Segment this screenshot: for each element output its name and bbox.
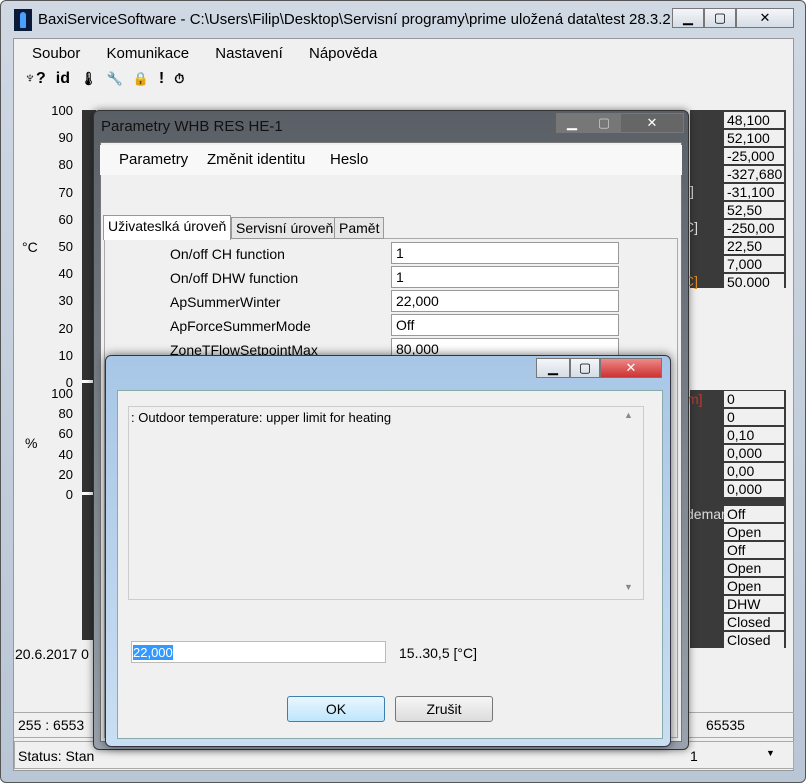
partial-label: ] <box>690 183 694 199</box>
value-cell: Closed <box>724 632 784 648</box>
value-cell: 7,000 <box>724 256 784 272</box>
param-label: ApSummerWinter <box>170 294 281 310</box>
status-text: Status: Stan <box>18 748 95 764</box>
tab-service-level[interactable]: Servisní úroveň <box>231 217 339 239</box>
tab-user-level[interactable]: Uživateslká úroveň <box>103 215 232 240</box>
thermometer-icon[interactable]: 🌡 <box>80 71 97 87</box>
dialog-maximize-button[interactable]: ▢ <box>570 358 600 378</box>
value-cell: 0,10 <box>724 427 784 443</box>
description-textbox[interactable] <box>128 406 644 600</box>
percent-tick-label: 20 <box>58 466 73 482</box>
lock-icon[interactable]: 🔒 <box>133 71 149 87</box>
parameters-window-title: Parametry WHB RES HE-1 <box>101 118 283 135</box>
bottom-right-value: 65535 <box>706 717 745 733</box>
value-range: 15..30,5 [°C] <box>399 645 477 661</box>
temp-tick-label: 100 <box>51 103 73 118</box>
dialog-close-button[interactable]: ✕ <box>600 358 662 378</box>
percent-tick-label: 100 <box>51 386 73 401</box>
temp-tick-label: 50 <box>58 239 73 254</box>
date-text: 20.6.2017 0 <box>15 646 89 662</box>
ok-button[interactable]: OK <box>287 696 385 722</box>
dropdown-arrow-icon[interactable]: ▼ <box>766 748 775 758</box>
temp-tick-label: 90 <box>58 130 73 146</box>
main-menubar: Soubor Komunikace Nastavení Nápověda <box>32 45 399 62</box>
dialog-minimize-button[interactable]: ▁ <box>536 358 570 378</box>
param-label: On/off DHW function <box>170 270 299 286</box>
value-cell: 48,100 <box>724 112 784 128</box>
minimize-button[interactable]: ▁ <box>672 8 704 28</box>
wrench-icon[interactable]: 🔧 <box>107 71 123 87</box>
value-cell: -25,000 <box>724 148 784 164</box>
param-menu-heslo[interactable]: Heslo <box>330 151 368 168</box>
bottom-left-value: 255 : 6553 <box>18 717 85 733</box>
temp-tick-label: 80 <box>58 157 73 173</box>
param-value-input[interactable]: 22,000 <box>391 290 619 312</box>
value-cell: -250,00 <box>724 220 784 236</box>
menu-soubor[interactable]: Soubor <box>32 45 80 62</box>
value-cell: Closed <box>724 614 784 630</box>
percent-tick-label: 40 <box>58 446 73 462</box>
percent-tick-label: 80 <box>58 406 73 422</box>
value-cell: Off <box>724 506 784 522</box>
menu-nastaveni[interactable]: Nastavení <box>215 45 283 62</box>
value-cell: 52,50 <box>724 202 784 218</box>
temp-tick-label: 60 <box>58 211 73 227</box>
percent-unit: % <box>25 435 38 451</box>
exclamation-icon[interactable]: ! <box>159 70 164 88</box>
close-button[interactable]: ✕ <box>736 8 794 28</box>
temp-tick-label: 70 <box>58 184 73 200</box>
stopwatch-icon[interactable]: ⏱ <box>174 71 184 87</box>
menu-komunikace[interactable]: Komunikace <box>107 45 190 62</box>
partial-label: demar <box>686 506 724 522</box>
cancel-button[interactable]: Zrušit <box>395 696 493 722</box>
param-maximize-button[interactable]: ▢ <box>588 113 620 133</box>
tab-memory[interactable]: Pamět <box>334 217 385 239</box>
app-logo-icon <box>14 9 32 31</box>
window-title: BaxiServiceSoftware - C:\Users\Filip\Des… <box>38 11 684 28</box>
param-label: On/off CH function <box>170 246 285 262</box>
wrench-question-icon[interactable]: ♆? <box>24 70 46 88</box>
description-text: : Outdoor temperature: upper limit for h… <box>131 410 392 425</box>
scroll-down-icon[interactable]: ▼ <box>624 582 633 592</box>
param-minimize-button[interactable]: ▁ <box>556 113 588 133</box>
maximize-button[interactable]: ▢ <box>704 8 736 28</box>
param-label: ApForceSummerMode <box>170 318 311 334</box>
value-cell: Open <box>724 524 784 540</box>
param-value-input[interactable]: 1 <box>391 266 619 288</box>
value-cell: Open <box>724 578 784 594</box>
value-cell: 0,000 <box>724 445 784 461</box>
partial-label: m] <box>687 391 703 407</box>
status-tail: 1 <box>690 748 698 764</box>
id-icon[interactable]: id <box>56 70 70 88</box>
param-value-input[interactable]: 1 <box>391 242 619 264</box>
value-cell: Open <box>724 560 784 576</box>
param-menu-zmenit-identitu[interactable]: Změnit identitu <box>207 151 305 168</box>
value-cell: 52,100 <box>724 130 784 146</box>
temp-unit: °C <box>22 239 38 255</box>
value-cell: 50.000 <box>724 274 784 290</box>
temp-tick-label: 30 <box>58 293 73 309</box>
param-value-input[interactable]: Off <box>391 314 619 336</box>
value-cell: DHW <box>724 596 784 612</box>
temp-tick-label: 40 <box>58 266 73 282</box>
value-cell: 0,00 <box>724 463 784 479</box>
value-cell: 22,50 <box>724 238 784 254</box>
value-cell: -327,680 <box>724 166 784 182</box>
param-menu-parametry[interactable]: Parametry <box>119 151 188 168</box>
percent-tick-label: 60 <box>58 426 73 442</box>
toolbar: ♆? id 🌡 🔧 🔒 ! ⏱ <box>24 70 184 88</box>
value-input-text: 22,000 <box>133 645 173 660</box>
value-cell: 0 <box>724 409 784 425</box>
menu-napoveda[interactable]: Nápověda <box>309 45 377 62</box>
temp-tick-label: 20 <box>58 320 73 336</box>
param-close-button[interactable]: ✕ <box>620 113 684 133</box>
percent-tick-label: 0 <box>65 487 73 502</box>
scroll-up-icon[interactable]: ▲ <box>624 410 633 420</box>
value-cell: 0,000 <box>724 481 784 497</box>
value-cell: -31,100 <box>724 184 784 200</box>
value-cell: Off <box>724 542 784 558</box>
temp-tick-label: 10 <box>58 347 73 363</box>
value-cell: 0 <box>724 391 784 407</box>
